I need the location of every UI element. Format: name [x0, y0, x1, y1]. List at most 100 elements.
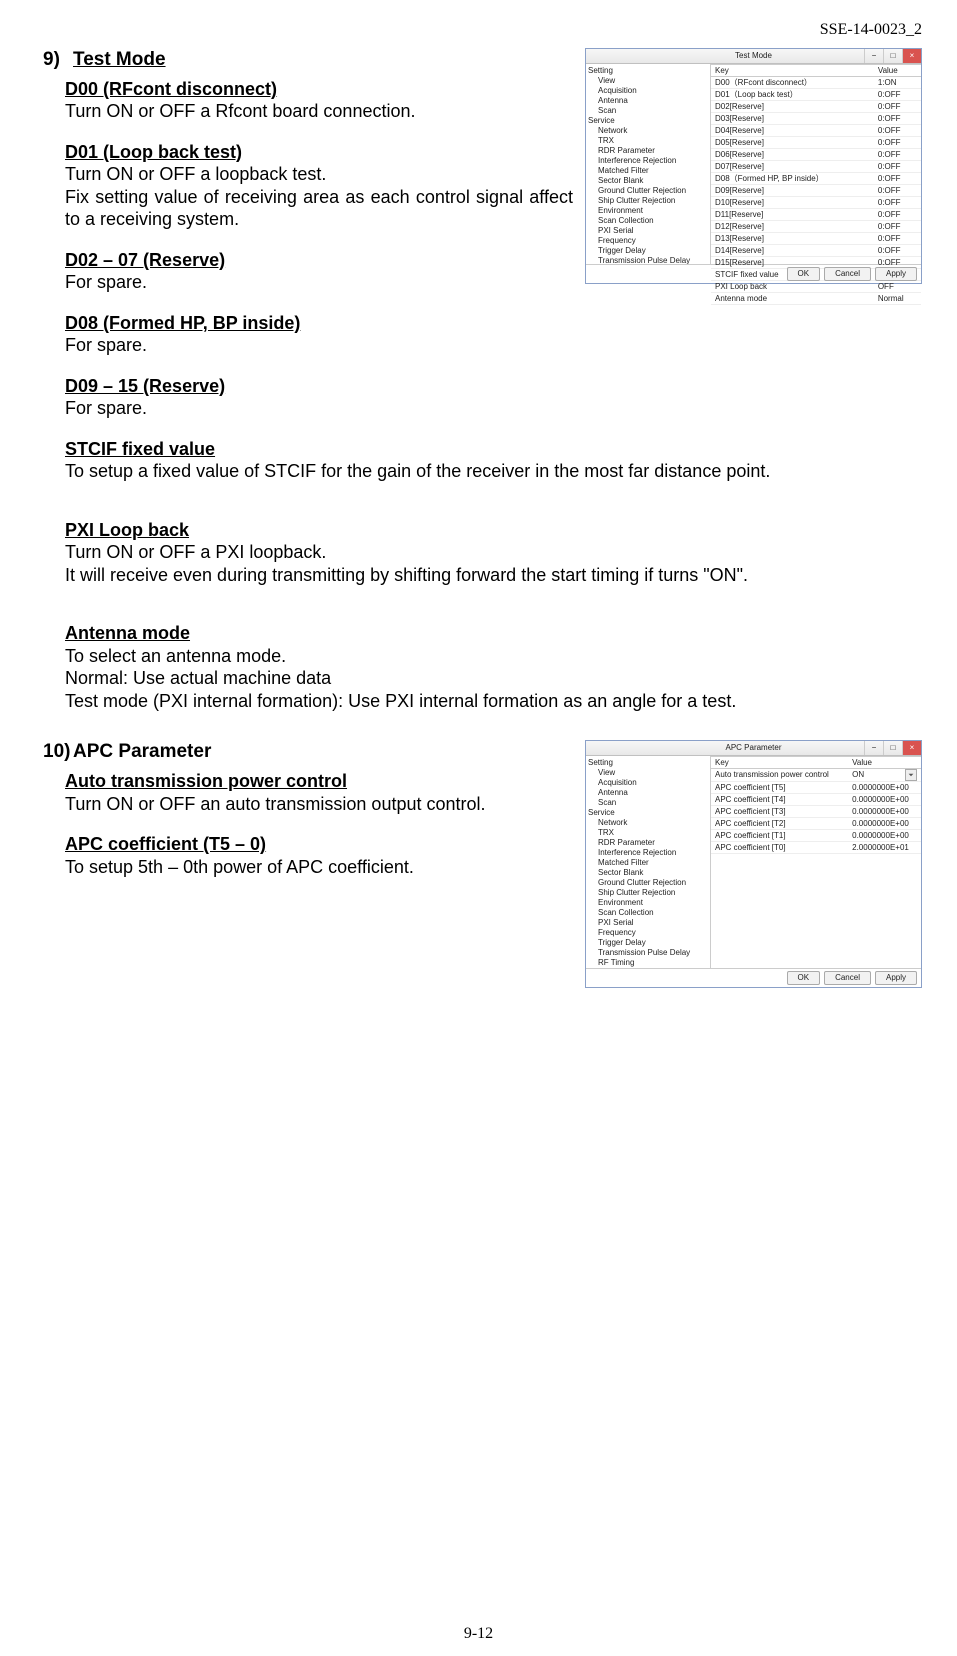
- table-row[interactable]: APC coefficient [T4]0.0000000E+00: [711, 794, 921, 806]
- column-key[interactable]: Key: [711, 757, 848, 769]
- tree-item[interactable]: Network: [588, 126, 708, 136]
- table-row[interactable]: D03[Reserve]0:OFF: [711, 113, 921, 125]
- tree-item[interactable]: Service: [588, 116, 708, 126]
- cell-value[interactable]: 0.0000000E+00: [848, 806, 921, 818]
- table-row[interactable]: D04[Reserve]0:OFF: [711, 125, 921, 137]
- table-row[interactable]: D05[Reserve]0:OFF: [711, 137, 921, 149]
- tree-item[interactable]: Setting: [588, 758, 708, 768]
- tree-item[interactable]: Acquisition: [588, 86, 708, 96]
- tree-item[interactable]: TRX: [588, 828, 708, 838]
- close-icon[interactable]: ×: [902, 49, 921, 63]
- table-row[interactable]: D09[Reserve]0:OFF: [711, 185, 921, 197]
- table-row[interactable]: PXI Loop backOFF: [711, 281, 921, 293]
- tree-item[interactable]: TRX: [588, 136, 708, 146]
- cell-value[interactable]: 0:OFF: [874, 161, 921, 173]
- table-row[interactable]: D07[Reserve]0:OFF: [711, 161, 921, 173]
- tree-item[interactable]: RDR Parameter: [588, 838, 708, 848]
- table-row[interactable]: Auto transmission power controlON: [711, 769, 921, 782]
- table-row[interactable]: APC coefficient [T2]0.0000000E+00: [711, 818, 921, 830]
- tree-item[interactable]: View: [588, 768, 708, 778]
- table-row[interactable]: APC coefficient [T3]0.0000000E+00: [711, 806, 921, 818]
- tree-item[interactable]: Environment: [588, 898, 708, 908]
- maximize-icon[interactable]: □: [883, 49, 902, 63]
- tree-item[interactable]: Frequency: [588, 236, 708, 246]
- tree-item[interactable]: Matched Filter: [588, 166, 708, 176]
- cell-value[interactable]: 0:OFF: [874, 233, 921, 245]
- cancel-button[interactable]: Cancel: [824, 267, 871, 281]
- table-row[interactable]: APC coefficient [T1]0.0000000E+00: [711, 830, 921, 842]
- cell-value[interactable]: 0:OFF: [874, 185, 921, 197]
- ok-button[interactable]: OK: [787, 267, 821, 281]
- table-row[interactable]: D01（Loop back test）0:OFF: [711, 89, 921, 101]
- tree-item[interactable]: Sector Blank: [588, 176, 708, 186]
- table-row[interactable]: D06[Reserve]0:OFF: [711, 149, 921, 161]
- minimize-icon[interactable]: −: [864, 741, 883, 755]
- cancel-button[interactable]: Cancel: [824, 971, 871, 985]
- table-row[interactable]: D11[Reserve]0:OFF: [711, 209, 921, 221]
- cell-value[interactable]: 0.0000000E+00: [848, 794, 921, 806]
- column-key[interactable]: Key: [711, 65, 874, 77]
- tree-item[interactable]: Matched Filter: [588, 858, 708, 868]
- cell-value[interactable]: 0:OFF: [874, 221, 921, 233]
- cell-value[interactable]: 1:ON: [874, 77, 921, 89]
- table-row[interactable]: D08（Formed HP, BP inside）0:OFF: [711, 173, 921, 185]
- tree-item[interactable]: Frequency: [588, 928, 708, 938]
- tree-item[interactable]: PXI Serial: [588, 918, 708, 928]
- tree-item[interactable]: Antenna: [588, 96, 708, 106]
- tree-item[interactable]: RF Timing: [588, 958, 708, 968]
- column-value[interactable]: Value: [874, 65, 921, 77]
- cell-value[interactable]: 0:OFF: [874, 149, 921, 161]
- tree-item[interactable]: View: [588, 76, 708, 86]
- cell-value[interactable]: 0:OFF: [874, 245, 921, 257]
- cell-value[interactable]: 2.0000000E+01: [848, 842, 921, 854]
- table-row[interactable]: APC coefficient [T5]0.0000000E+00: [711, 782, 921, 794]
- tree-item[interactable]: Interference Rejection: [588, 156, 708, 166]
- apply-button[interactable]: Apply: [875, 971, 917, 985]
- maximize-icon[interactable]: □: [883, 741, 902, 755]
- tree-item[interactable]: Acquisition: [588, 778, 708, 788]
- cell-value[interactable]: Normal: [874, 293, 921, 305]
- tree-item[interactable]: Ground Clutter Rejection: [588, 878, 708, 888]
- tree-item[interactable]: Trigger Delay: [588, 938, 708, 948]
- cell-value[interactable]: 0:OFF: [874, 197, 921, 209]
- nav-tree[interactable]: SettingViewAcquisitionAntennaScanService…: [586, 756, 711, 968]
- cell-value[interactable]: 0:OFF: [874, 101, 921, 113]
- cell-value[interactable]: 0:OFF: [874, 89, 921, 101]
- tree-item[interactable]: Scan Collection: [588, 908, 708, 918]
- nav-tree[interactable]: SettingViewAcquisitionAntennaScanService…: [586, 64, 711, 264]
- apply-button[interactable]: Apply: [875, 267, 917, 281]
- table-row[interactable]: D12[Reserve]0:OFF: [711, 221, 921, 233]
- table-row[interactable]: APC coefficient [T0]2.0000000E+01: [711, 842, 921, 854]
- tree-item[interactable]: Ground Clutter Rejection: [588, 186, 708, 196]
- cell-value[interactable]: 0.0000000E+00: [848, 830, 921, 842]
- close-icon[interactable]: ×: [902, 741, 921, 755]
- tree-item[interactable]: Scan: [588, 106, 708, 116]
- tree-item[interactable]: Environment: [588, 206, 708, 216]
- cell-value[interactable]: 0:OFF: [874, 113, 921, 125]
- ok-button[interactable]: OK: [787, 971, 821, 985]
- tree-item[interactable]: RDR Parameter: [588, 146, 708, 156]
- tree-item[interactable]: PXI Serial: [588, 226, 708, 236]
- tree-item[interactable]: Sector Blank: [588, 868, 708, 878]
- tree-item[interactable]: Scan: [588, 798, 708, 808]
- column-value[interactable]: Value: [848, 757, 921, 769]
- dropdown-icon[interactable]: [905, 769, 917, 781]
- cell-value[interactable]: 0:OFF: [874, 125, 921, 137]
- cell-value[interactable]: 0:OFF: [874, 137, 921, 149]
- cell-value[interactable]: 0.0000000E+00: [848, 782, 921, 794]
- window-titlebar[interactable]: Test Mode − □ ×: [586, 49, 921, 64]
- table-row[interactable]: D14[Reserve]0:OFF: [711, 245, 921, 257]
- tree-item[interactable]: Ship Clutter Rejection: [588, 888, 708, 898]
- tree-item[interactable]: Transmission Pulse Delay: [588, 256, 708, 264]
- cell-value[interactable]: ON: [848, 769, 921, 782]
- tree-item[interactable]: Scan Collection: [588, 216, 708, 226]
- minimize-icon[interactable]: −: [864, 49, 883, 63]
- table-row[interactable]: D13[Reserve]0:OFF: [711, 233, 921, 245]
- table-row[interactable]: D10[Reserve]0:OFF: [711, 197, 921, 209]
- tree-item[interactable]: Setting: [588, 66, 708, 76]
- cell-value[interactable]: OFF: [874, 281, 921, 293]
- tree-item[interactable]: Transmission Pulse Delay: [588, 948, 708, 958]
- table-row[interactable]: D00（RFcont disconnect）1:ON: [711, 77, 921, 89]
- tree-item[interactable]: Service: [588, 808, 708, 818]
- window-titlebar[interactable]: APC Parameter − □ ×: [586, 741, 921, 756]
